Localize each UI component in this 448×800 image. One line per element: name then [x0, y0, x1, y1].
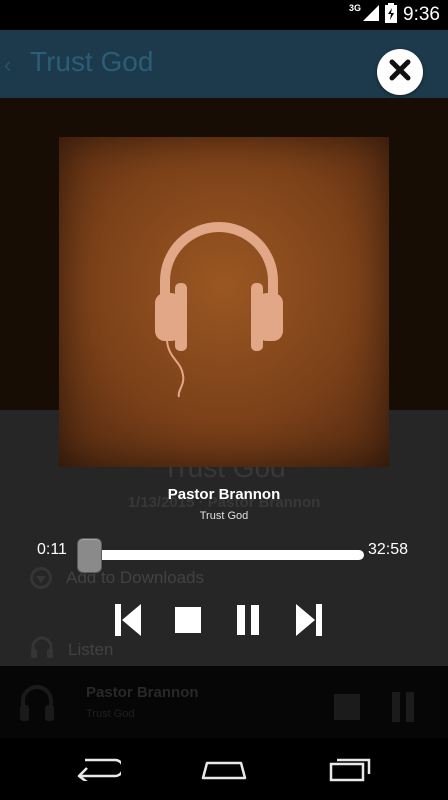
track-title: Trust God	[199, 510, 249, 522]
track-artist: Pastor Brannon	[167, 486, 281, 503]
home-icon	[199, 755, 249, 786]
app-screen: 3G 9:36 ‹ Trust God Trust God 1/13/2015 …	[0, 0, 448, 800]
recent-apps-icon	[327, 754, 373, 787]
signal-icon	[363, 4, 380, 26]
next-icon	[294, 603, 324, 642]
total-duration: 32:58	[368, 541, 409, 558]
seek-thumb[interactable]	[77, 538, 102, 573]
recent-apps-button[interactable]	[320, 752, 380, 788]
close-button[interactable]	[377, 49, 423, 95]
stop-icon	[174, 606, 202, 639]
album-artwork	[59, 137, 389, 467]
battery-icon	[385, 2, 398, 28]
previous-button[interactable]	[111, 603, 145, 642]
back-button[interactable]	[68, 752, 128, 788]
back-icon	[75, 755, 125, 786]
system-nav-bar	[0, 738, 448, 800]
seek-bar[interactable]	[86, 550, 364, 560]
pause-button[interactable]	[231, 604, 265, 640]
pause-icon	[236, 604, 260, 641]
next-button[interactable]	[292, 603, 326, 642]
close-icon	[388, 58, 412, 87]
network-type: 3G	[349, 3, 362, 13]
stop-button[interactable]	[171, 604, 205, 640]
previous-icon	[113, 603, 143, 642]
status-bar: 3G 9:36	[0, 0, 448, 30]
headphones-icon	[149, 219, 289, 404]
elapsed-time: 0:11	[37, 541, 67, 558]
home-button[interactable]	[194, 752, 254, 788]
clock: 9:36	[403, 4, 440, 25]
